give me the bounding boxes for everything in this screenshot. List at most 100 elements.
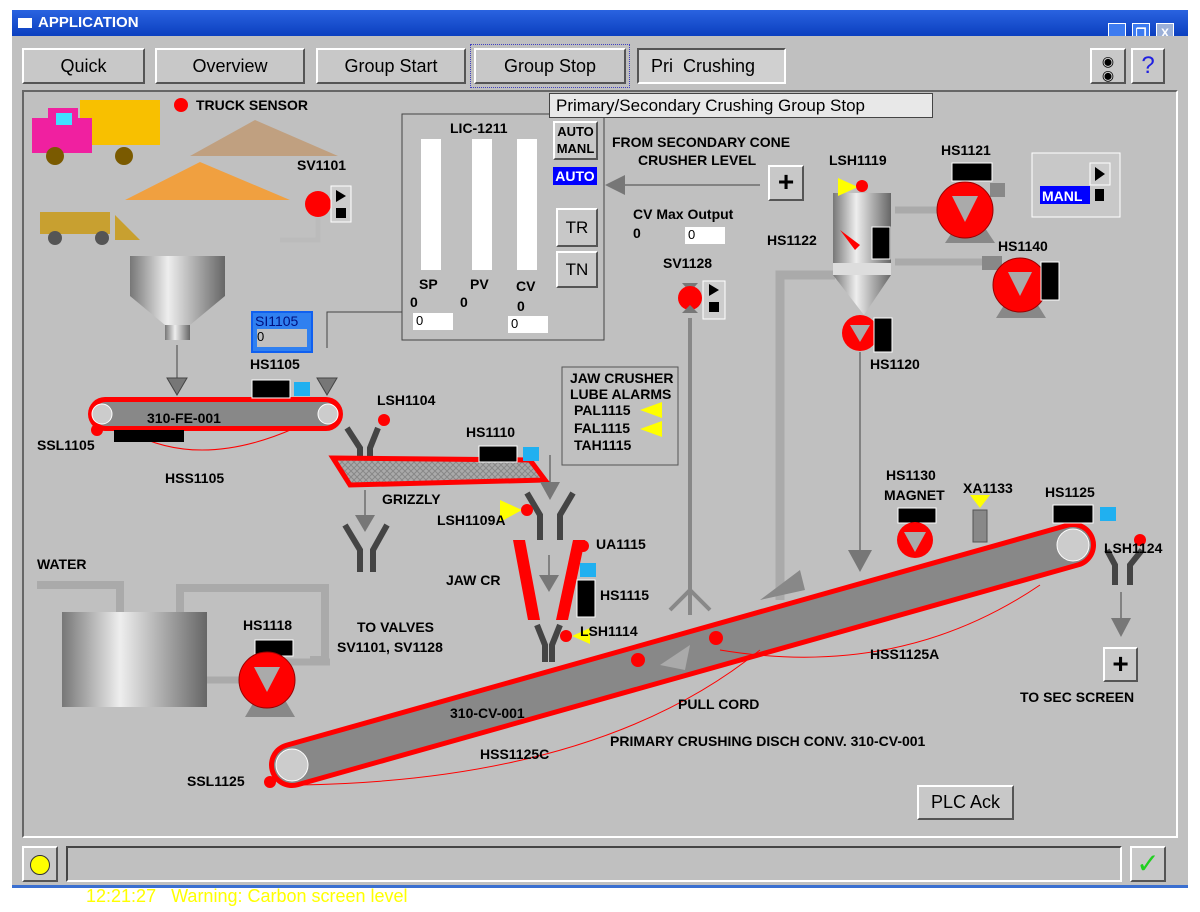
- water-label: WATER: [37, 556, 87, 572]
- lsh1114-label: LSH1114: [580, 623, 638, 639]
- pump-hs1121[interactable]: [936, 162, 1005, 243]
- pump-hs1120[interactable]: [842, 315, 893, 353]
- magnet-label: MAGNET: [884, 487, 945, 503]
- to-valves-label: TO VALVES: [357, 619, 434, 635]
- hs1110-switch[interactable]: [478, 445, 539, 463]
- hs1115-switch[interactable]: [576, 579, 596, 618]
- hopper-icon: [130, 256, 225, 340]
- si1105-tag: SI1105: [255, 313, 299, 329]
- sv1128-label: SV1128: [663, 255, 712, 271]
- lsh1104-label: LSH1104: [377, 392, 436, 408]
- from-secondary-plus-button[interactable]: +: [768, 165, 804, 201]
- cv-input[interactable]: 0: [508, 316, 548, 333]
- tah1115-label: TAH1115: [574, 437, 632, 453]
- sp-label: SP: [419, 276, 438, 292]
- auto-manl-button[interactable]: AUTO MANL: [553, 121, 598, 160]
- si1105-value: 0: [257, 329, 307, 347]
- jaw-crusher: [513, 540, 540, 620]
- dump-truck-icon: [32, 100, 160, 165]
- tooltip: Primary/Secondary Crushing Group Stop: [549, 93, 933, 118]
- pull-cord-label: PULL CORD: [678, 696, 759, 712]
- hss1105-bar: [114, 430, 184, 442]
- sp-input[interactable]: 0: [413, 313, 453, 330]
- pv-value: 0: [460, 294, 468, 310]
- cv-max-input[interactable]: 0: [685, 227, 725, 244]
- feeder-label: 310-FE-001: [147, 410, 221, 426]
- mode-indicator: AUTO: [553, 167, 597, 185]
- hs1105-label: HS1105: [250, 356, 300, 372]
- pv-label: PV: [470, 276, 489, 292]
- hs1125-switch[interactable]: [1052, 504, 1116, 524]
- sv1101-label: SV1101: [297, 157, 346, 173]
- pull-cord-indicator: [631, 653, 645, 667]
- manl-control-box[interactable]: [1031, 152, 1121, 218]
- hs1120-label: HS1120: [870, 356, 920, 372]
- pump-hs1140[interactable]: [982, 256, 1060, 318]
- ssl1125-indicator: [264, 776, 276, 788]
- hs1118-label: HS1118: [243, 617, 292, 633]
- plc-ack-button[interactable]: PLC Ack: [917, 785, 1014, 820]
- auto-option[interactable]: AUTO: [555, 123, 596, 140]
- ua1115-indicator: [577, 540, 589, 552]
- lube-title-2: LUBE ALARMS: [570, 386, 671, 402]
- lsh1124-label: LSH1124: [1104, 540, 1163, 556]
- fal1115-label: FAL1115: [574, 420, 630, 436]
- status-time: 12:21:27: [86, 886, 157, 906]
- manl-mode-label: MANL: [1042, 188, 1083, 204]
- alarm-horn-button[interactable]: [22, 846, 58, 882]
- grizzly-label: GRIZZLY: [382, 491, 441, 507]
- to-sec-screen-label: TO SEC SCREEN: [1020, 689, 1134, 705]
- hs1121-label: HS1121: [941, 142, 991, 158]
- tr-button[interactable]: TR: [556, 208, 598, 247]
- acknowledge-button[interactable]: ✓: [1130, 846, 1166, 882]
- lsh1104-indicator: [378, 414, 390, 426]
- disch-conveyor-label: PRIMARY CRUSHING DISCH CONV. 310-CV-001: [610, 733, 926, 749]
- magnet-hs1130[interactable]: [897, 507, 937, 558]
- tn-button[interactable]: TN: [556, 251, 598, 288]
- hs1130-label: HS1130: [886, 467, 936, 483]
- sp-value: 0: [410, 294, 418, 310]
- lsh1109a-indicator: [521, 504, 533, 516]
- status-message-panel: 12:21:27 Warning: Carbon screen level: [66, 846, 1122, 906]
- stockpile-icon: [190, 120, 338, 156]
- status-message: Warning: Carbon screen level: [171, 886, 408, 906]
- lube-title: JAW CRUSHER: [570, 370, 673, 386]
- from-label-2: CRUSHER LEVEL: [638, 152, 757, 168]
- hs1122-switch[interactable]: [871, 226, 891, 260]
- hss1125a-label: HSS1125A: [870, 646, 939, 662]
- water-tank: [62, 612, 207, 707]
- to-sec-screen-plus-button[interactable]: +: [1103, 647, 1138, 682]
- lsh1119-indicator: [856, 180, 868, 192]
- ssl1105-indicator: [91, 424, 103, 436]
- lsh1119-label: LSH1119: [829, 152, 887, 168]
- hss1125c-label: HSS1125C: [480, 746, 549, 762]
- hs1110-label: HS1110: [466, 424, 515, 440]
- cv-max-value: 0: [633, 225, 641, 241]
- valve-sv1101[interactable]: [280, 185, 352, 243]
- from-label: FROM SECONDARY CONE: [612, 134, 790, 150]
- xa1133-label: XA1133: [963, 480, 1013, 496]
- cv-value: 0: [517, 298, 525, 314]
- pull-cord-indicator: [709, 631, 723, 645]
- truck-sensor-label: TRUCK SENSOR: [196, 97, 308, 113]
- pv-bar: [472, 139, 492, 270]
- truck-sensor-indicator: [174, 98, 188, 112]
- si1105-display: SI1105 0: [251, 311, 313, 353]
- checkmark-icon: ✓: [1136, 848, 1160, 879]
- hs1125-label: HS1125: [1045, 484, 1095, 500]
- cv-bar: [517, 139, 537, 270]
- valve-sv1128[interactable]: [678, 280, 726, 320]
- conveyor-label: 310-CV-001: [450, 705, 525, 721]
- jaw-cr-label: JAW CR: [446, 572, 500, 588]
- lic-1211-label: LIC-1211: [450, 120, 508, 136]
- hss1105-label: HSS1105: [165, 470, 224, 486]
- cv-label: CV: [516, 278, 536, 294]
- loader-icon: [40, 212, 140, 245]
- sp-bar: [421, 139, 441, 270]
- lsh1109a-label: LSH1109A: [437, 512, 505, 528]
- hs1105-switch[interactable]: [251, 379, 310, 399]
- xa1133-alarm: [970, 495, 990, 508]
- manl-option[interactable]: MANL: [555, 140, 596, 157]
- pump-hs1118[interactable]: [238, 639, 296, 717]
- to-valves-label-2: SV1101, SV1128: [337, 639, 443, 655]
